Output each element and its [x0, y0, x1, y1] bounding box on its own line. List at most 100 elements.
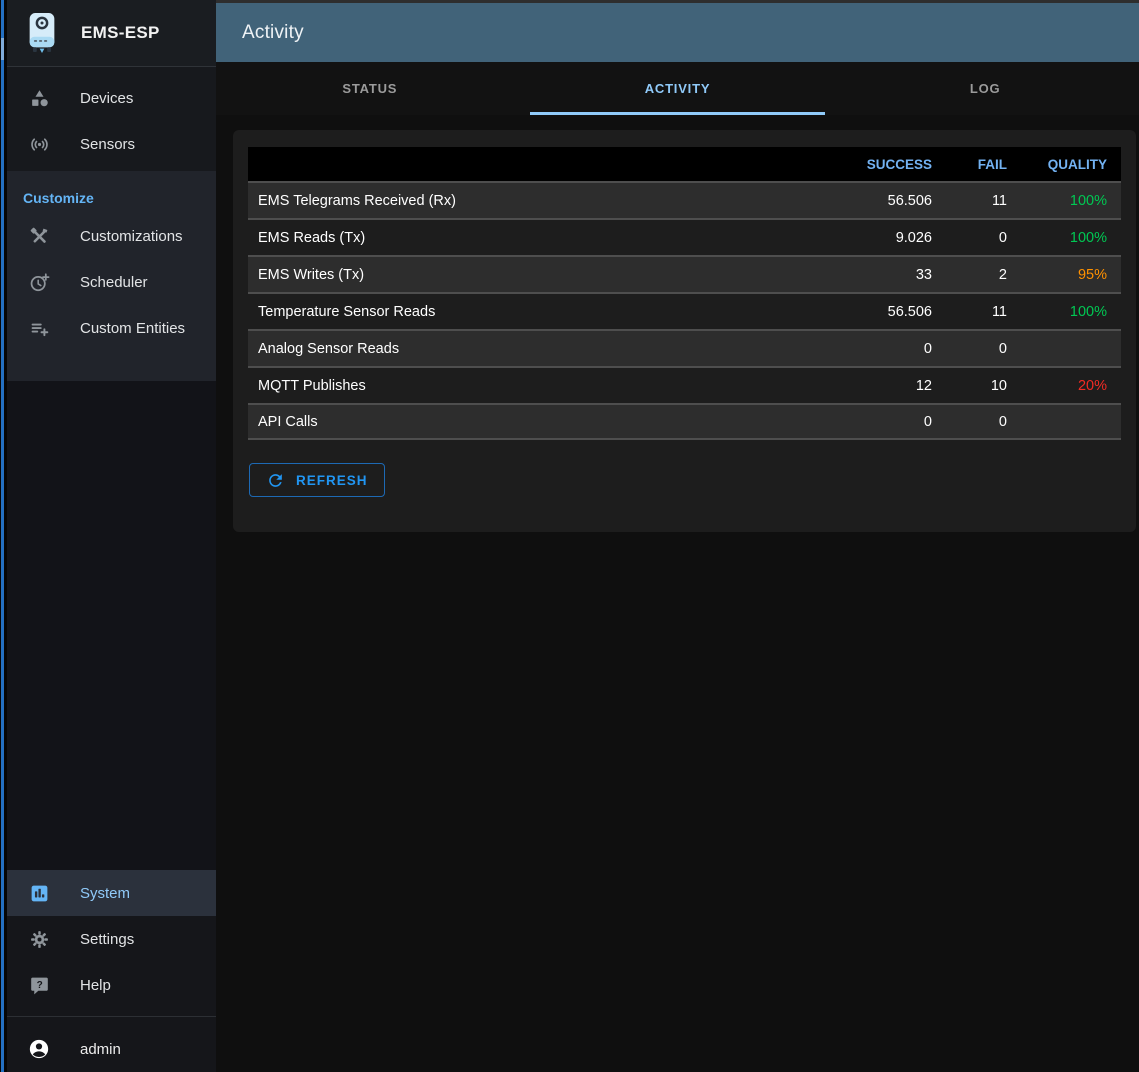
sidebar-item-scheduler[interactable]: Scheduler [7, 259, 216, 305]
tab-activity[interactable]: ACTIVITY [524, 62, 832, 115]
app-header: EMS-ESP [7, 0, 216, 67]
sidebar-item-custom-entities[interactable]: Custom Entities [7, 305, 216, 351]
sidebar-item-label: Help [80, 977, 111, 994]
metric-name: EMS Reads (Tx) [248, 218, 846, 255]
main-content: Activity STATUS ACTIVITY LOG SUCCESS FA [216, 0, 1139, 1072]
sidebar-item-label: System [80, 885, 130, 902]
window-edge-thumb [1, 38, 4, 60]
success-value: 0 [846, 403, 946, 440]
table-header-row: SUCCESS FAIL QUALITY [248, 147, 1121, 181]
quality-cell: 95% [1021, 255, 1121, 292]
fail-value: 2 [946, 255, 1021, 292]
column-success: SUCCESS [846, 147, 946, 181]
refresh-button[interactable]: REFRESH [249, 463, 385, 497]
column-quality: QUALITY [1021, 147, 1121, 181]
table-row: EMS Writes (Tx) 33 2 95% [248, 255, 1121, 292]
app-logo-icon [22, 11, 62, 55]
fail-value: 11 [946, 292, 1021, 329]
more-time-icon [27, 270, 51, 294]
table-row: EMS Reads (Tx) 9.026 0 100% [248, 218, 1121, 255]
construction-icon [27, 224, 51, 248]
activity-table: SUCCESS FAIL QUALITY EMS Telegrams Recei… [248, 147, 1121, 440]
table-row: Temperature Sensor Reads 56.506 11 100% [248, 292, 1121, 329]
tab-bar: STATUS ACTIVITY LOG [216, 62, 1139, 115]
sidebar-divider [7, 1016, 216, 1017]
quality-value: 100% [1070, 304, 1107, 320]
metric-name: EMS Telegrams Received (Rx) [248, 181, 846, 218]
metric-name: Analog Sensor Reads [248, 329, 846, 366]
refresh-button-label: REFRESH [296, 473, 368, 488]
quality-cell: 100% [1021, 181, 1121, 218]
sensors-icon [27, 132, 51, 156]
tab-label: LOG [970, 81, 1001, 96]
sidebar-item-system[interactable]: System [7, 870, 216, 916]
sidebar-nav-top: Devices Sensors [7, 67, 216, 171]
username-label: admin [80, 1041, 121, 1058]
sidebar-item-label: Scheduler [80, 274, 148, 291]
metric-name: EMS Writes (Tx) [248, 255, 846, 292]
page-title: Activity [242, 22, 304, 44]
sidebar-item-customizations[interactable]: Customizations [7, 213, 216, 259]
table-row: Analog Sensor Reads 0 0 [248, 329, 1121, 366]
sidebar-item-label: Customizations [80, 228, 183, 245]
playlist-add-icon [27, 316, 51, 340]
column-blank [248, 147, 846, 181]
tab-log[interactable]: LOG [831, 62, 1139, 115]
sidebar-item-devices[interactable]: Devices [7, 75, 216, 121]
sidebar-item-admin[interactable]: admin [7, 1026, 216, 1072]
metric-name: API Calls [248, 403, 846, 440]
bar-chart-icon [27, 881, 51, 905]
metric-name: MQTT Publishes [248, 366, 846, 403]
sidebar-item-help[interactable]: ? Help [7, 962, 216, 1008]
fail-value: 0 [946, 218, 1021, 255]
sidebar-spacer [7, 381, 216, 870]
screen: EMS-ESP Devices [0, 0, 1139, 1072]
success-value: 12 [846, 366, 946, 403]
table-row: EMS Telegrams Received (Rx) 56.506 11 10… [248, 181, 1121, 218]
customize-section-header: Customize [7, 177, 216, 213]
window-edge-accent [1, 0, 4, 1072]
help-icon: ? [27, 973, 51, 997]
fail-value: 0 [946, 403, 1021, 440]
success-value: 0 [846, 329, 946, 366]
quality-cell: 100% [1021, 218, 1121, 255]
quality-cell [1021, 329, 1121, 366]
table-row: MQTT Publishes 12 10 20% [248, 366, 1121, 403]
activity-card: SUCCESS FAIL QUALITY EMS Telegrams Recei… [233, 130, 1136, 532]
fail-value: 11 [946, 181, 1021, 218]
fail-value: 0 [946, 329, 1021, 366]
category-icon [27, 86, 51, 110]
sidebar-item-sensors[interactable]: Sensors [7, 121, 216, 167]
topbar: Activity [216, 3, 1139, 62]
app-name: EMS-ESP [81, 23, 160, 43]
sidebar-section-customize: Customize Customizations [7, 171, 216, 381]
svg-text:?: ? [36, 979, 42, 990]
tab-label: ACTIVITY [645, 81, 711, 96]
sidebar-item-label: Custom Entities [80, 320, 185, 337]
sidebar: EMS-ESP Devices [7, 0, 216, 1072]
account-circle-icon [27, 1037, 51, 1061]
quality-value: 100% [1070, 230, 1107, 246]
sidebar-item-settings[interactable]: Settings [7, 916, 216, 962]
tab-status[interactable]: STATUS [216, 62, 524, 115]
quality-value: 20% [1078, 378, 1107, 394]
quality-cell: 20% [1021, 366, 1121, 403]
success-value: 56.506 [846, 292, 946, 329]
sidebar-nav-bottom: System [7, 870, 216, 1008]
sidebar-item-label: Devices [80, 90, 133, 107]
success-value: 56.506 [846, 181, 946, 218]
refresh-icon [266, 471, 285, 490]
column-fail: FAIL [946, 147, 1021, 181]
window-edge [0, 0, 7, 1072]
table-row: API Calls 0 0 [248, 403, 1121, 440]
tab-label: STATUS [342, 81, 397, 96]
success-value: 9.026 [846, 218, 946, 255]
sidebar-item-label: Settings [80, 931, 134, 948]
metric-name: Temperature Sensor Reads [248, 292, 846, 329]
gear-icon [27, 927, 51, 951]
fail-value: 10 [946, 366, 1021, 403]
quality-value: 95% [1078, 267, 1107, 283]
quality-value: 100% [1070, 193, 1107, 209]
sidebar-item-label: Sensors [80, 136, 135, 153]
quality-cell [1021, 403, 1121, 440]
